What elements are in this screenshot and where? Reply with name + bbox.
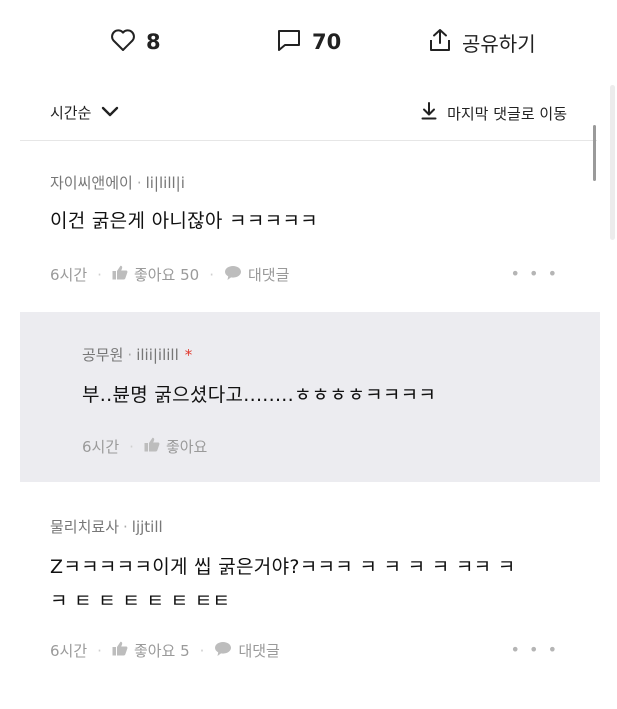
- reply-label: 대댓글: [247, 266, 290, 284]
- comment-icon: [276, 28, 302, 56]
- comment-time: 6시간: [50, 642, 88, 660]
- scrollbar-thumb[interactable]: [593, 125, 596, 181]
- author-name[interactable]: 공무원: [82, 346, 123, 364]
- sort-dropdown[interactable]: 시간순: [50, 102, 119, 123]
- comment-actions: 6시간 · 좋아요: [82, 436, 208, 457]
- author-handle: li|lill|i: [145, 174, 185, 192]
- share-button[interactable]: 공유하기: [428, 26, 536, 58]
- thumbs-up-icon: [112, 265, 128, 284]
- jump-label: 마지막 댓글로 이동: [447, 104, 567, 123]
- thumbs-up-icon: [112, 641, 128, 660]
- reply-label: 대댓글: [238, 642, 280, 660]
- like-count: 8: [146, 30, 161, 54]
- reply-button[interactable]: 대댓글: [214, 640, 280, 661]
- like-stat[interactable]: 8: [110, 26, 161, 58]
- reply-button[interactable]: 대댓글: [224, 264, 289, 285]
- more-options-button[interactable]: • • •: [511, 264, 559, 283]
- comment-time: 6시간: [50, 266, 88, 284]
- author-name[interactable]: 물리치료사: [50, 518, 119, 536]
- share-label: 공유하기: [462, 31, 536, 56]
- comment-meta: 물리치료사 · ljjtill: [50, 518, 163, 536]
- comment-actions: 6시간 · 좋아요 50 · 대댓글: [50, 264, 290, 285]
- author-name[interactable]: 자이씨앤에이: [50, 174, 133, 192]
- stats-bar: 8 70 공유하기: [0, 0, 617, 84]
- sort-bar: 시간순 마지막 댓글로 이동: [0, 90, 617, 136]
- sort-label: 시간순: [50, 104, 92, 122]
- scrollbar-track[interactable]: [610, 85, 615, 240]
- comment-time: 6시간: [82, 438, 120, 456]
- like-button[interactable]: 좋아요 50: [112, 264, 199, 285]
- comment-text-line-1: Zㅋㅋㅋㅋㅋ이게 씹 굵은거야?ㅋㅋㅋ ㅋ ㅋ ㅋ ㅋ ㅋㅋ ㅋ: [50, 556, 516, 578]
- divider: [20, 140, 597, 141]
- comment-actions: 6시간 · 좋아요 5 · 대댓글: [50, 640, 280, 661]
- like-label: 좋아요 50: [133, 266, 200, 284]
- author-handle: ilii|ilill: [136, 346, 179, 364]
- like-label: 좋아요: [165, 438, 208, 456]
- jump-to-last-comment-button[interactable]: 마지막 댓글로 이동: [421, 102, 567, 124]
- more-options-button[interactable]: • • •: [511, 640, 559, 659]
- comment-count: 70: [312, 30, 342, 54]
- thumbs-up-icon: [144, 437, 160, 456]
- like-button[interactable]: 좋아요 5: [112, 640, 190, 661]
- like-button[interactable]: 좋아요: [144, 436, 207, 457]
- chevron-down-icon: [101, 104, 119, 122]
- speech-bubble-icon: [214, 641, 232, 661]
- share-icon: [428, 27, 452, 57]
- comment-stat[interactable]: 70: [276, 26, 341, 58]
- comment-text: 부..뷴명 굵으셨다고........ㅎㅎㅎㅎㅋㅋㅋㅋ: [82, 384, 437, 406]
- like-label: 좋아요 5: [133, 642, 190, 660]
- download-arrow-icon: [421, 102, 437, 124]
- comment-meta: 공무원 · ilii|ilill *: [82, 346, 193, 364]
- author-handle: ljjtill: [131, 518, 163, 536]
- speech-bubble-icon: [224, 265, 242, 285]
- author-badge: *: [184, 346, 193, 364]
- comment-text: 이건 굵은게 아니잖아 ㅋㅋㅋㅋㅋ: [50, 210, 318, 232]
- comment-meta: 자이씨앤에이 · li|lill|i: [50, 174, 185, 192]
- comment-text-line-2: ㅋ ㅌ ㅌ ㅌ ㅌ ㅌ ㅌㅌ: [50, 590, 231, 612]
- heart-icon: [110, 28, 136, 56]
